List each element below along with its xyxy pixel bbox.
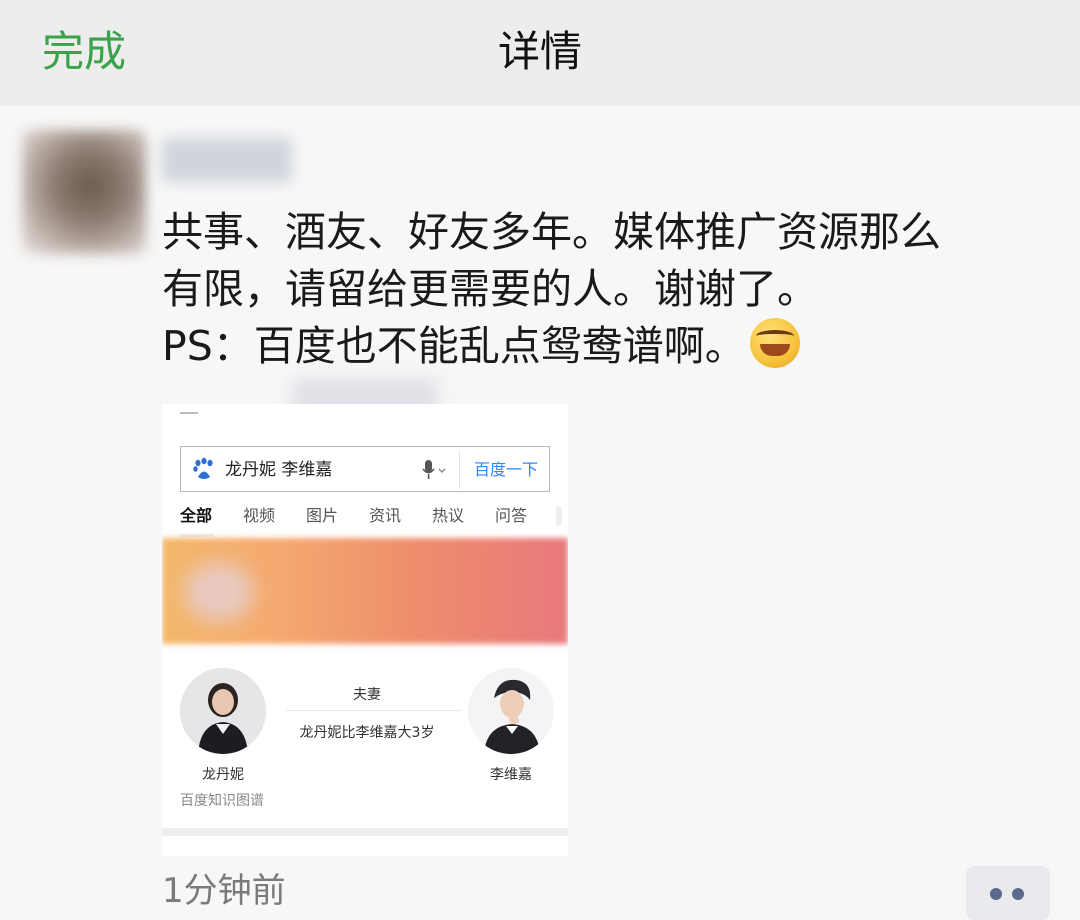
tab-all: 全部 <box>180 506 213 525</box>
baidu-paw-icon <box>193 457 213 479</box>
relation-label: 夫妻 <box>353 687 381 703</box>
person-left-name: 龙丹妮 <box>202 767 244 783</box>
person-right-name: 李维嘉 <box>490 767 532 783</box>
navbar: 完成 详情 <box>0 0 1080 106</box>
post-line-3: PS：百度也不能乱点鸳鸯谱啊。 <box>162 318 1052 375</box>
divider <box>162 828 568 836</box>
post-line-1: 共事、酒友、好友多年。媒体推广资源那么 <box>162 208 941 256</box>
author-nickname[interactable] <box>162 138 292 182</box>
post-image[interactable]: 龙丹妮 李维嘉 百度一下 全部 视频 图片 资讯 热议 问答 夫妻 龙丹妮比李维… <box>162 404 568 856</box>
person-left-portrait <box>180 668 266 754</box>
post-line-3-text: PS：百度也不能乱点鸳鸯谱啊。 <box>162 322 746 370</box>
tab-news: 资讯 <box>369 506 402 525</box>
tab-indicator <box>180 534 214 537</box>
person-left-photo <box>180 668 266 754</box>
relation-detail: 龙丹妮比李维嘉大3岁 <box>299 725 435 741</box>
tab-qa: 问答 <box>495 506 528 525</box>
more-actions-button[interactable] <box>966 866 1050 920</box>
tab-scroll-edge <box>556 507 562 525</box>
person-right-photo <box>468 668 554 754</box>
search-button: 百度一下 <box>473 460 538 479</box>
laughing-tears-emoji-icon <box>749 318 800 368</box>
tab-discussion: 热议 <box>432 506 465 525</box>
post-timestamp: 1分钟前 <box>162 871 286 911</box>
tab-images: 图片 <box>306 506 339 525</box>
divider <box>180 412 198 414</box>
person-right-portrait <box>468 668 554 754</box>
post-text: 共事、酒友、好友多年。媒体推广资源那么 有限，请留给更需要的人。谢谢了。 PS：… <box>162 204 1052 375</box>
blurred-banner-spot <box>184 562 254 622</box>
divider <box>459 451 460 489</box>
microphone-icon <box>422 460 446 479</box>
search-box: 龙丹妮 李维嘉 百度一下 <box>180 446 550 492</box>
knowledge-graph-source: 百度知识图谱 <box>180 793 264 809</box>
tab-video: 视频 <box>243 506 276 525</box>
search-query: 龙丹妮 李维嘉 <box>225 460 333 480</box>
avatar[interactable] <box>22 130 146 254</box>
dot-icon <box>990 888 1002 900</box>
page-title: 详情 <box>497 27 582 76</box>
post-line-2: 有限，请留给更需要的人。谢谢了。 <box>162 265 818 313</box>
search-tabs: 全部 视频 图片 资讯 热议 问答 <box>180 504 568 530</box>
divider <box>286 710 462 711</box>
dot-icon <box>1012 888 1024 900</box>
